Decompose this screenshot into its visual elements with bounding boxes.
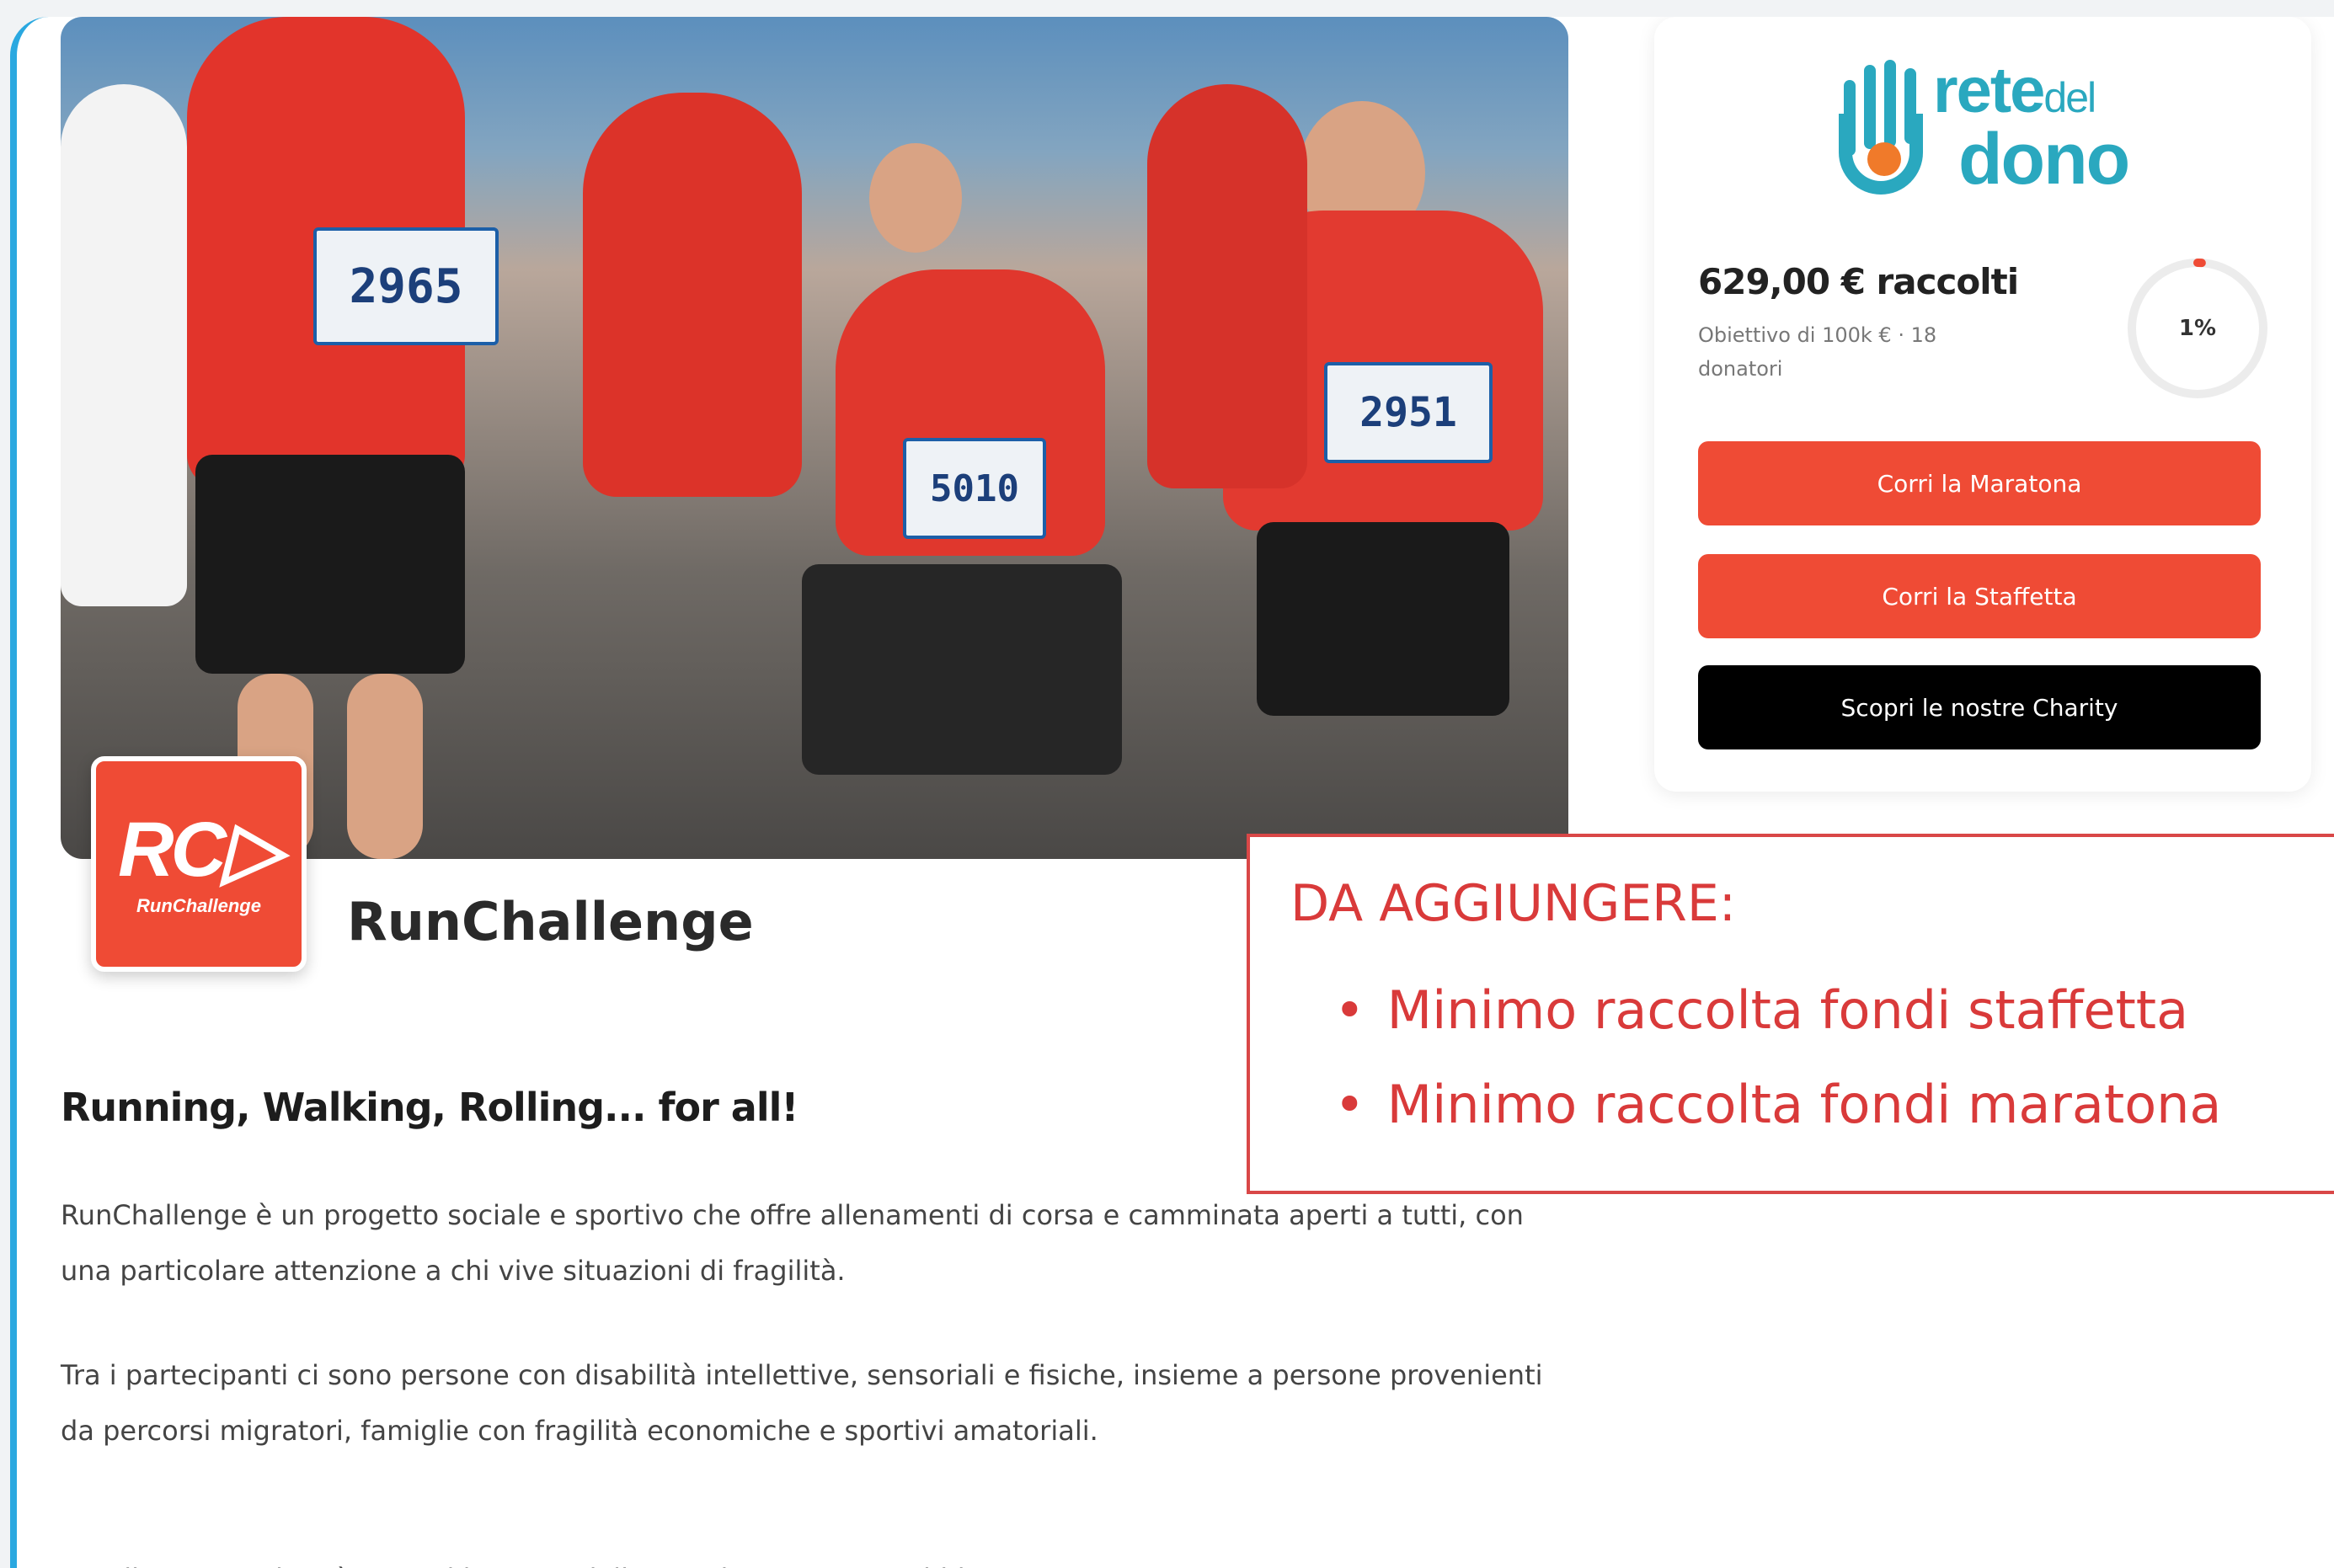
brand-word-dono: dono [1958, 119, 2130, 200]
annotation-list: Minimo raccolta fondi staffetta Minimo r… [1334, 963, 2222, 1152]
race-bib: 2965 [313, 227, 499, 345]
run-marathon-button[interactable]: Corri la Maratona [1698, 441, 2261, 525]
race-bib: 5010 [903, 438, 1046, 539]
run-relay-button[interactable]: Corri la Staffetta [1698, 554, 2261, 638]
brand-word-del: del [2043, 74, 2096, 121]
logo-subtext: RunChallenge [136, 895, 261, 916]
runchallenge-logo: RC▷ RunChallenge [91, 756, 307, 972]
amount-raised: 629,00 € raccolti [1698, 261, 2019, 302]
hero-photo: 2965 5010 2951 [61, 17, 1568, 859]
goal-and-donors: Obiettivo di 100k € · 18 donatori [1698, 323, 1937, 381]
runner-face [869, 143, 962, 253]
runner-shirt [583, 93, 802, 497]
annotation-item: Minimo raccolta fondi maratona [1334, 1058, 2222, 1152]
rete-del-dono-logo: retedel dono [1835, 59, 2130, 200]
annotation-item: Minimo raccolta fondi staffetta [1334, 963, 2221, 1058]
runner-shirt [1147, 84, 1307, 488]
brand-word-rete: rete [1933, 55, 2045, 126]
discover-charity-button[interactable]: Scopri le nostre Charity [1698, 665, 2261, 749]
runner-shorts [195, 455, 465, 674]
project-tagline: Running, Walking, Rolling... for all! [61, 1085, 798, 1130]
description-paragraph-2: Tra i partecipanti ci sono persone con d… [61, 1359, 1543, 1447]
runner-shirt [61, 84, 187, 606]
progress-percent: 1% [2178, 316, 2217, 341]
race-bib: 2951 [1324, 362, 1493, 463]
runner-shorts [1257, 522, 1509, 716]
description-paragraph-1: RunChallenge è un progetto sociale e spo… [61, 1199, 1524, 1287]
hand-icon [1835, 60, 1928, 195]
logo-mark: RC▷ [118, 807, 283, 893]
wheelchair [802, 564, 1122, 775]
annotation-title: DA AGGIUNGERE: [1290, 874, 1736, 933]
page-frame: 2965 5010 2951 RC▷ RunChallenge RunChall… [10, 17, 2334, 1568]
todo-annotation-box: DA AGGIUNGERE: Minimo raccolta fondi sta… [1247, 834, 2334, 1194]
organization-name: RunChallenge [347, 891, 754, 952]
donation-card: retedel dono 629,00 € raccolti Obiettivo… [1654, 17, 2311, 792]
description-paragraph-3: La Milano Marathon è per noi l'evento de… [61, 1551, 1560, 1568]
runner-leg [347, 674, 423, 859]
